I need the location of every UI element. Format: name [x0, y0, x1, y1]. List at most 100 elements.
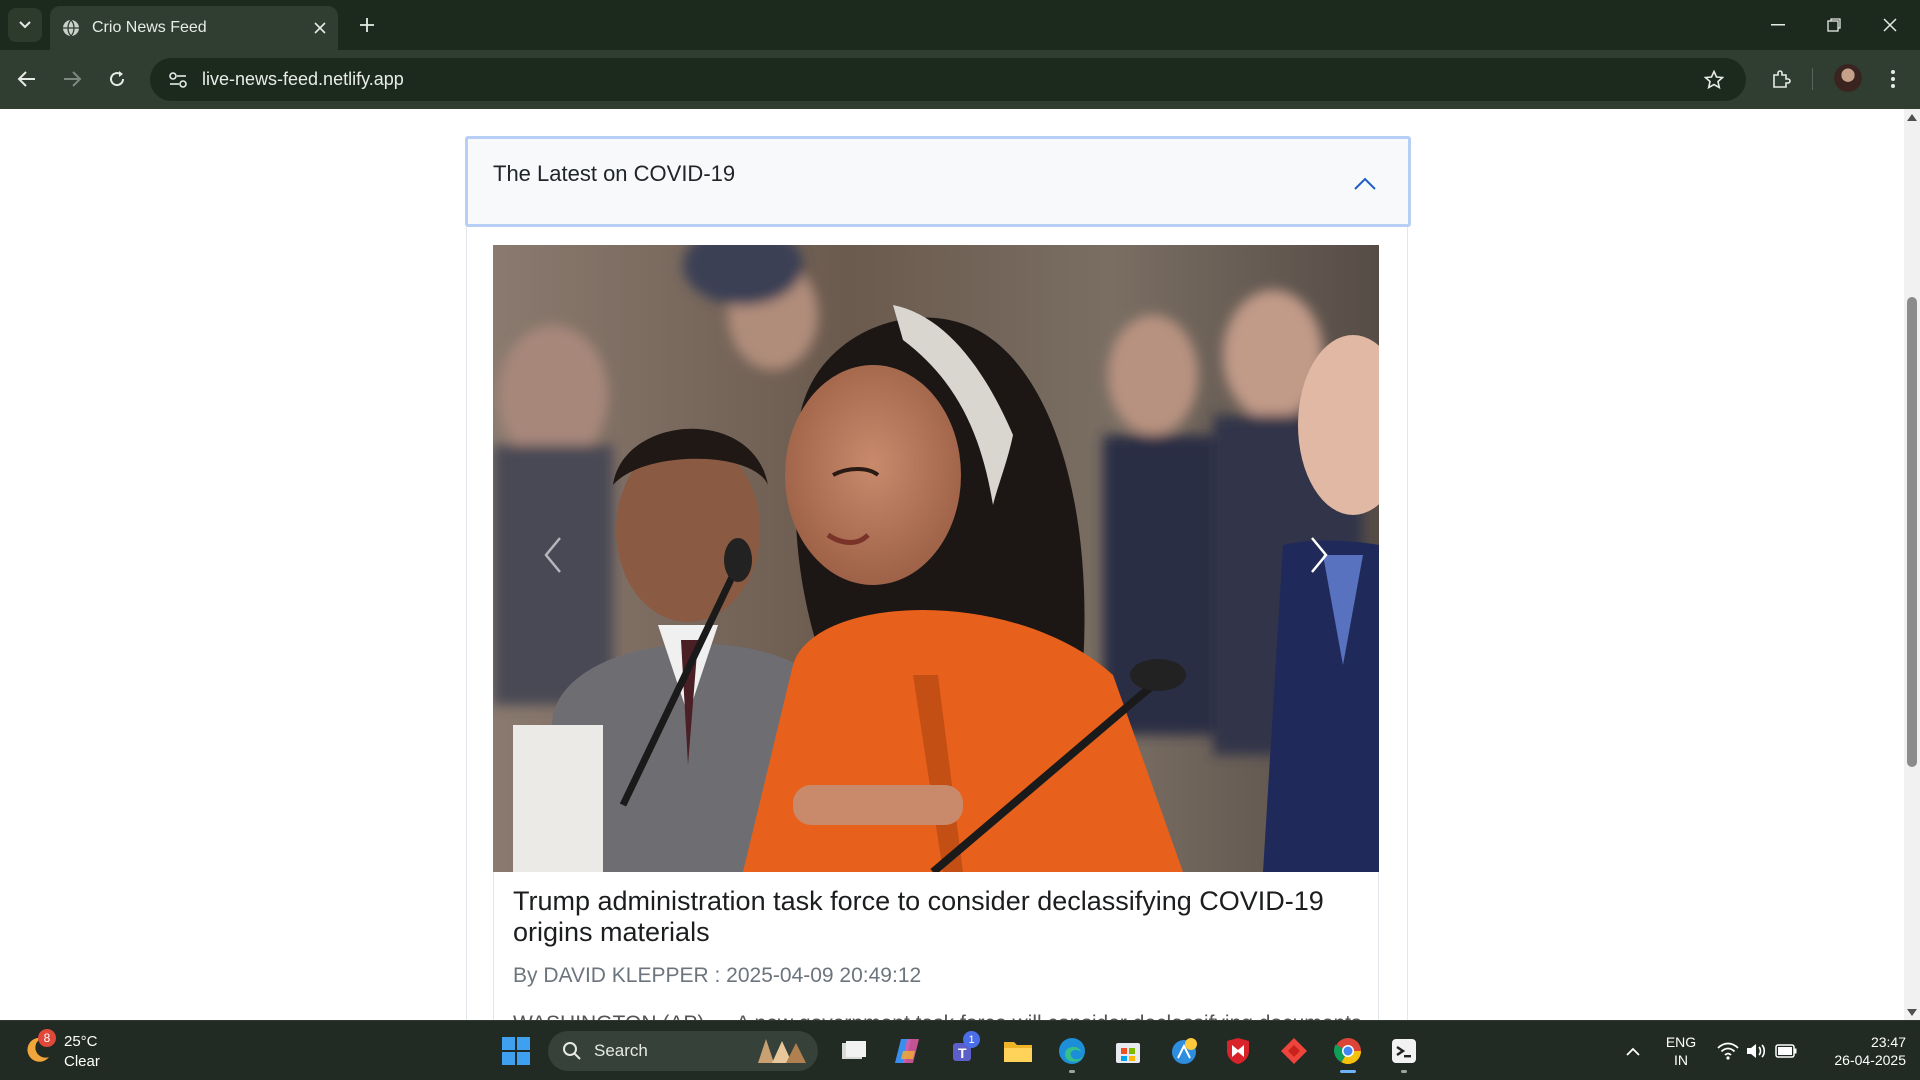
running-indicator — [1401, 1070, 1407, 1073]
language-line-1: ENG — [1665, 1034, 1697, 1050]
store-button[interactable] — [1106, 1029, 1150, 1073]
clock-date: 26-04-2025 — [1834, 1052, 1906, 1068]
mcafee-button[interactable] — [1216, 1029, 1260, 1073]
battery-button[interactable] — [1774, 1039, 1798, 1063]
clock[interactable]: 23:47 26-04-2025 — [1806, 1033, 1906, 1069]
windows-start-icon — [502, 1037, 530, 1065]
article-byline: By DAVID KLEPPER : 2025-04-09 20:49:12 — [513, 964, 922, 987]
scrollbar-thumb[interactable] — [1907, 297, 1917, 767]
chrome-icon — [1334, 1038, 1362, 1065]
wifi-button[interactable] — [1716, 1039, 1740, 1063]
article-photo — [493, 245, 1379, 872]
task-view-button[interactable] — [832, 1029, 876, 1073]
weather-app-button[interactable] — [1162, 1029, 1206, 1073]
terminal-icon — [1392, 1039, 1416, 1063]
window-close-button[interactable] — [1862, 0, 1918, 50]
url-text[interactable]: live-news-feed.netlify.app — [202, 69, 404, 90]
wifi-icon — [1717, 1042, 1739, 1060]
tab-title: Crio News Feed — [92, 19, 207, 36]
extensions-icon — [1773, 70, 1791, 88]
battery-icon — [1775, 1044, 1797, 1058]
browser-toolbar: live-news-feed.netlify.app — [0, 50, 1920, 109]
edge-button[interactable] — [1050, 1029, 1094, 1073]
tab-search-dropdown-button[interactable] — [8, 8, 42, 42]
carousel-prev-button[interactable] — [533, 515, 573, 595]
search-icon — [563, 1042, 581, 1060]
browser-tabbar: Crio News Feed — [0, 0, 1920, 50]
plus-icon — [360, 18, 374, 32]
article-headline[interactable]: Trump administration task force to consi… — [513, 886, 1363, 948]
teams-button[interactable]: T 1 — [942, 1029, 986, 1073]
kebab-menu-icon — [1891, 70, 1895, 88]
tab-close-button[interactable] — [302, 10, 338, 46]
teams-badge: 1 — [963, 1031, 980, 1048]
forward-icon — [64, 71, 82, 87]
active-tab[interactable]: Crio News Feed — [50, 6, 338, 50]
star-icon — [1704, 69, 1724, 89]
anydesk-button[interactable] — [1272, 1029, 1316, 1073]
profile-avatar[interactable] — [1834, 64, 1862, 92]
arrow-up-icon — [1907, 113, 1917, 121]
start-button[interactable] — [494, 1029, 538, 1073]
language-indicator[interactable]: ENG IN — [1660, 1033, 1702, 1069]
new-tab-button[interactable] — [350, 8, 384, 42]
close-icon — [1883, 18, 1897, 32]
terminal-button[interactable] — [1382, 1029, 1426, 1073]
chevron-up-icon — [1626, 1047, 1640, 1056]
running-indicator — [1069, 1070, 1075, 1073]
taskbar-search-box[interactable]: Search — [548, 1031, 818, 1071]
weather-badge: 8 — [38, 1029, 56, 1047]
close-icon — [314, 22, 326, 34]
svg-text:T: T — [958, 1045, 967, 1061]
carousel-next-button[interactable] — [1299, 515, 1339, 595]
window-minimize-button[interactable] — [1750, 0, 1806, 50]
scroll-up-button[interactable] — [1904, 109, 1920, 125]
carousel-prev-icon — [544, 537, 561, 573]
mcafee-icon — [1227, 1038, 1249, 1064]
news-accordion: The Latest on COVID-19 Trump administrat… — [465, 136, 1411, 1020]
extensions-button[interactable] — [1762, 60, 1800, 98]
anydesk-icon — [1281, 1038, 1307, 1064]
forward-button[interactable] — [53, 60, 91, 98]
news-carousel — [493, 245, 1379, 872]
back-button[interactable] — [8, 60, 46, 98]
weather-desc: Clear — [64, 1053, 100, 1070]
weather-widget[interactable]: 8 25°C Clear — [22, 1029, 132, 1073]
weather-temp: 25°C — [64, 1033, 98, 1050]
page-viewport: The Latest on COVID-19 Trump administrat… — [0, 109, 1904, 1020]
clock-time: 23:47 — [1870, 1034, 1906, 1050]
globe-icon — [63, 19, 79, 37]
accordion-title: The Latest on COVID-19 — [493, 161, 736, 186]
back-icon — [17, 71, 35, 87]
copilot-button[interactable] — [886, 1029, 930, 1073]
active-app-indicator — [1340, 1070, 1356, 1073]
store-icon — [1116, 1043, 1140, 1063]
task-view-icon — [842, 1041, 866, 1059]
windows-taskbar: 8 25°C Clear Search T 1 ENG IN 23:47 26-… — [0, 1020, 1920, 1080]
scroll-down-button[interactable] — [1904, 1004, 1920, 1020]
show-hidden-icons-button[interactable] — [1620, 1037, 1646, 1065]
chrome-button[interactable] — [1326, 1029, 1370, 1073]
edge-icon — [1059, 1038, 1085, 1064]
toolbar-separator — [1812, 68, 1813, 90]
bookmark-button[interactable] — [1694, 58, 1734, 101]
carousel-next-icon — [1311, 537, 1328, 573]
accordion-header-button[interactable]: The Latest on COVID-19 — [465, 136, 1411, 227]
volume-button[interactable] — [1744, 1039, 1768, 1063]
address-bar[interactable]: live-news-feed.netlify.app — [150, 58, 1746, 101]
window-restore-button[interactable] — [1806, 0, 1862, 50]
article-card-body: Trump administration task force to consi… — [493, 872, 1379, 1020]
site-info-icon — [169, 71, 187, 88]
language-line-2: IN — [1674, 1052, 1688, 1068]
file-explorer-button[interactable] — [996, 1029, 1040, 1073]
site-info-button[interactable] — [156, 58, 200, 101]
taskbar-search-label: Search — [594, 1041, 648, 1060]
minimize-icon — [1771, 24, 1785, 26]
page-scrollbar[interactable] — [1904, 109, 1920, 1020]
reload-button[interactable] — [98, 60, 136, 98]
volume-icon — [1747, 1044, 1766, 1058]
file-explorer-icon — [1004, 1042, 1032, 1062]
article-snippet: WASHINGTON (AP) — A new government task … — [513, 1012, 1361, 1020]
browser-menu-button[interactable] — [1874, 60, 1912, 98]
weather-app-icon — [1172, 1038, 1197, 1064]
